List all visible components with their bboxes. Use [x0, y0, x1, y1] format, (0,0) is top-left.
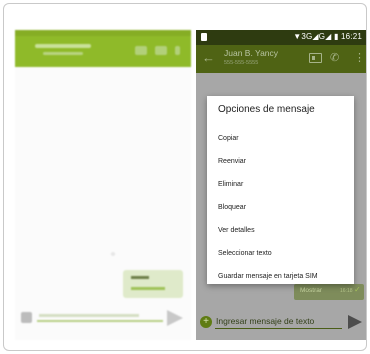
dialog-title: Opciones de mensaje — [218, 104, 315, 115]
contact-name: Juan B. Yancy — [224, 48, 279, 58]
menu-item-block[interactable]: Bloquear — [218, 204, 246, 211]
screenshot-frame: ▼3G◢G◢ ▮ 16:21 ← Juan B. Yancy 555-555-5… — [3, 3, 367, 351]
contact-card-icon[interactable] — [309, 53, 322, 63]
message-options-dialog: Opciones de mensaje Copiar Reenviar Elim… — [207, 96, 354, 284]
status-indicators: ▼3G◢G◢ ▮ 16:21 — [293, 32, 362, 41]
blurred-conversation-screen — [15, 30, 191, 340]
menu-item-save-to-sim[interactable]: Guardar mensaje en tarjeta SIM — [218, 273, 318, 280]
blurred-menu-icon — [175, 46, 180, 55]
blurred-date-marker — [111, 252, 115, 256]
message-input-underline — [215, 328, 342, 329]
message-text: Mostrar — [300, 287, 323, 294]
contact-number: 555-555-5555 — [224, 60, 259, 66]
menu-item-select-text[interactable]: Seleccionar texto — [218, 250, 272, 257]
blurred-attach-icon — [21, 312, 32, 323]
overflow-menu-icon[interactable]: ⋮ — [354, 51, 365, 64]
blurred-send-icon — [167, 310, 183, 326]
message-bubble[interactable]: Mostrar 16:18 ✓ — [294, 284, 364, 300]
attach-plus-icon[interactable]: + — [200, 316, 212, 328]
blurred-input-underline — [37, 320, 163, 322]
send-icon[interactable] — [348, 315, 362, 329]
status-bar: ▼3G◢G◢ ▮ 16:21 — [196, 30, 366, 45]
menu-item-delete[interactable]: Eliminar — [218, 181, 243, 188]
menu-item-copy[interactable]: Copiar — [218, 135, 239, 142]
blurred-phone-icon — [155, 46, 167, 55]
app-bar: ← Juan B. Yancy 555-555-5555 ✆ ⋮ — [196, 45, 366, 73]
phone-icon[interactable]: ✆ — [330, 51, 339, 64]
blurred-app-bar — [15, 36, 191, 67]
blurred-input-placeholder — [39, 314, 139, 317]
blurred-message-bubble — [123, 270, 183, 298]
back-arrow-icon[interactable]: ← — [202, 50, 215, 65]
delivered-check-icon: ✓ — [354, 285, 361, 294]
blurred-contact-name — [35, 44, 91, 48]
blurred-contact-subtitle — [43, 52, 83, 55]
compose-bar: + Ingresar mensaje de texto — [196, 310, 366, 340]
message-input[interactable]: Ingresar mensaje de texto — [216, 316, 314, 326]
message-time: 16:18 — [340, 288, 353, 294]
sim-card-icon — [201, 33, 207, 41]
blurred-contact-icon — [135, 46, 147, 55]
menu-item-view-details[interactable]: Ver detalles — [218, 227, 255, 234]
conversation-screen: ▼3G◢G◢ ▮ 16:21 ← Juan B. Yancy 555-555-5… — [196, 30, 366, 340]
menu-item-forward[interactable]: Reenviar — [218, 158, 246, 165]
